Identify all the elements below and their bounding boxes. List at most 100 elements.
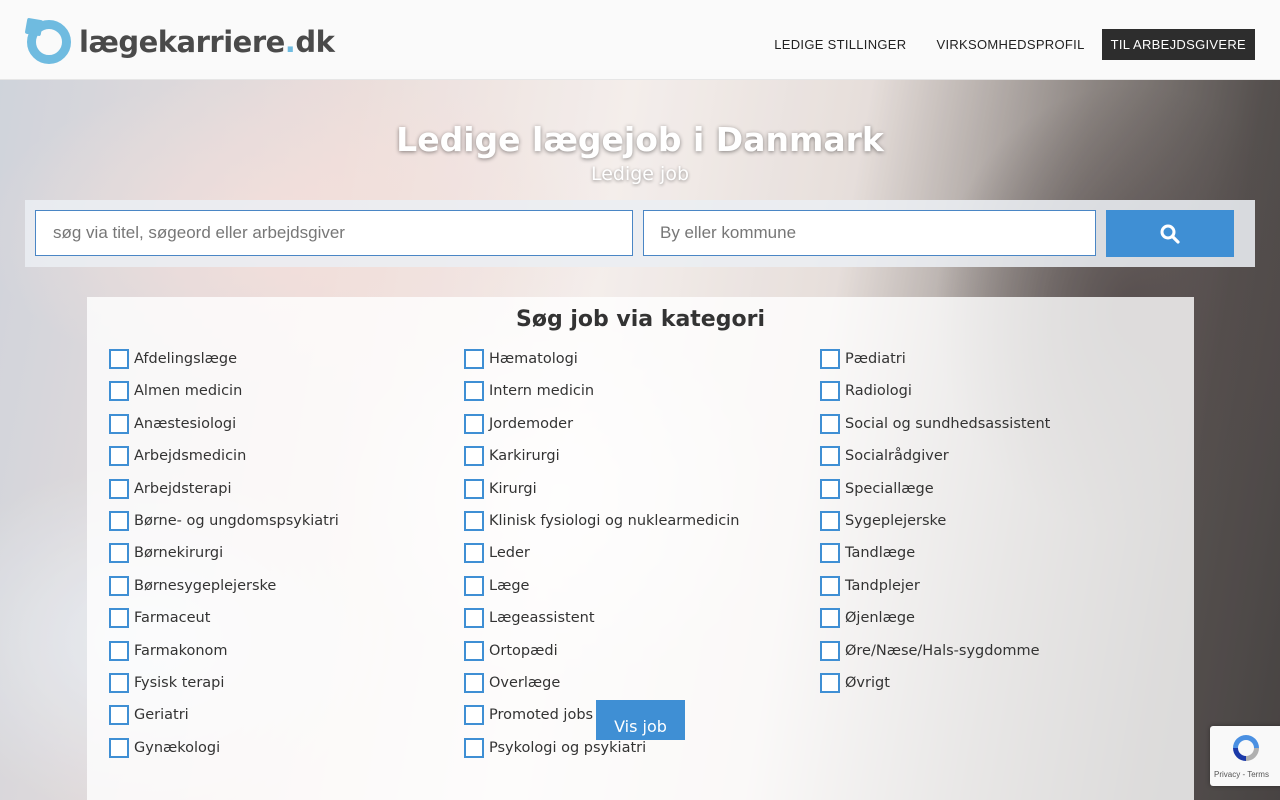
category-item[interactable]: Øjenlæge bbox=[820, 608, 1050, 640]
category-label: Øvrigt bbox=[845, 674, 890, 691]
category-item[interactable]: Psykologi og psykiatri bbox=[464, 737, 739, 770]
category-checkbox[interactable] bbox=[820, 446, 840, 467]
category-item[interactable]: Børnesygeplejerske bbox=[109, 575, 339, 608]
nav-ledige-stillinger[interactable]: LEDIGE STILLINGER bbox=[774, 37, 906, 52]
category-label: Kirurgi bbox=[489, 480, 537, 497]
category-item[interactable]: Jordemoder bbox=[464, 413, 739, 446]
recaptcha-links[interactable]: Privacy - Terms bbox=[1214, 770, 1269, 779]
category-item[interactable]: Tandplejer bbox=[820, 575, 1050, 608]
category-item[interactable]: Social og sundhedsassistent bbox=[820, 413, 1051, 446]
category-item[interactable]: Radiologi bbox=[820, 381, 1050, 413]
category-checkbox[interactable] bbox=[820, 672, 840, 693]
category-item[interactable]: Sygeplejerske bbox=[820, 510, 1050, 543]
category-checkbox[interactable] bbox=[820, 543, 840, 564]
category-item[interactable]: Pædiatri bbox=[820, 349, 1050, 381]
category-item[interactable]: Klinisk fysiologi og nuklearmedicin bbox=[464, 510, 739, 543]
category-item[interactable]: Læge bbox=[464, 575, 739, 608]
category-checkbox[interactable] bbox=[820, 640, 840, 661]
category-label: Arbejdsterapi bbox=[134, 480, 232, 497]
category-checkbox[interactable] bbox=[820, 413, 840, 434]
category-checkbox[interactable] bbox=[109, 705, 129, 726]
category-label: Arbejdsmedicin bbox=[134, 448, 247, 465]
page-title: Ledige lægejob i Danmark bbox=[396, 120, 884, 159]
category-checkbox[interactable] bbox=[109, 640, 129, 661]
category-item[interactable]: Geriatri bbox=[109, 705, 339, 737]
category-label: Social og sundhedsassistent bbox=[845, 415, 1051, 432]
category-checkbox[interactable] bbox=[464, 478, 484, 499]
category-checkbox[interactable] bbox=[109, 737, 129, 758]
category-checkbox[interactable] bbox=[109, 672, 129, 693]
category-checkbox[interactable] bbox=[109, 478, 129, 499]
category-checkbox[interactable] bbox=[109, 510, 129, 531]
search-icon bbox=[1160, 224, 1180, 244]
category-item[interactable]: Hæmatologi bbox=[464, 349, 739, 381]
category-label: Promoted jobs bbox=[489, 707, 594, 724]
category-checkbox[interactable] bbox=[464, 608, 484, 629]
category-item[interactable]: Øre/Næse/Hals-sygdomme bbox=[820, 640, 1050, 673]
category-item[interactable]: Ortopædi bbox=[464, 640, 739, 673]
category-checkbox[interactable] bbox=[820, 608, 840, 629]
category-item[interactable]: Farmaceut bbox=[109, 608, 339, 640]
category-checkbox[interactable] bbox=[464, 381, 484, 402]
category-item[interactable]: Kirurgi bbox=[464, 478, 739, 511]
category-label: Radiologi bbox=[845, 383, 912, 400]
category-item[interactable]: Lægeassistent bbox=[464, 608, 739, 640]
category-checkbox[interactable] bbox=[464, 640, 484, 661]
category-checkbox[interactable] bbox=[464, 446, 484, 467]
category-checkbox[interactable] bbox=[109, 543, 129, 564]
category-checkbox[interactable] bbox=[820, 478, 840, 499]
category-item[interactable]: Arbejdsterapi bbox=[109, 478, 339, 511]
category-item[interactable]: Leder bbox=[464, 543, 739, 575]
category-checkbox[interactable] bbox=[109, 349, 129, 369]
category-item[interactable]: Børnekirurgi bbox=[109, 543, 339, 575]
category-item[interactable]: Tandlæge bbox=[820, 543, 1050, 575]
category-label: Læge bbox=[489, 577, 530, 594]
category-item[interactable]: Anæstesiologi bbox=[109, 413, 339, 446]
category-checkbox[interactable] bbox=[464, 413, 484, 434]
category-checkbox[interactable] bbox=[464, 543, 484, 564]
category-checkbox[interactable] bbox=[820, 575, 840, 596]
location-input[interactable] bbox=[643, 210, 1096, 256]
category-label: Pædiatri bbox=[845, 351, 906, 367]
category-checkbox[interactable] bbox=[109, 446, 129, 467]
category-label: Almen medicin bbox=[134, 383, 243, 400]
category-checkbox[interactable] bbox=[109, 413, 129, 434]
nav-virksomhedsprofil[interactable]: VIRKSOMHEDSPROFIL bbox=[936, 37, 1084, 52]
category-item[interactable]: Gynækologi bbox=[109, 737, 339, 770]
site-logo[interactable]: lægekarriere.dk bbox=[27, 19, 335, 65]
recaptcha-badge[interactable]: Privacy - Terms bbox=[1210, 726, 1280, 786]
category-item[interactable]: Øvrigt bbox=[820, 672, 1050, 705]
category-checkbox[interactable] bbox=[820, 510, 840, 531]
category-item[interactable]: Karkirurgi bbox=[464, 446, 739, 478]
category-checkbox[interactable] bbox=[464, 349, 484, 369]
category-label: Hæmatologi bbox=[489, 351, 578, 367]
category-checkbox[interactable] bbox=[464, 510, 484, 531]
category-checkbox[interactable] bbox=[109, 575, 129, 596]
search-button[interactable] bbox=[1106, 210, 1234, 257]
category-item[interactable]: Arbejdsmedicin bbox=[109, 446, 339, 478]
category-item[interactable]: Fysisk terapi bbox=[109, 672, 339, 705]
category-label: Fysisk terapi bbox=[134, 674, 225, 691]
category-item[interactable]: Speciallæge bbox=[820, 478, 1050, 511]
category-item[interactable]: Socialrådgiver bbox=[820, 446, 1050, 478]
category-item[interactable]: Farmakonom bbox=[109, 640, 339, 673]
category-checkbox[interactable] bbox=[464, 737, 484, 758]
category-label: Farmakonom bbox=[134, 642, 228, 659]
category-checkbox[interactable] bbox=[820, 349, 840, 369]
category-item[interactable]: Intern medicin bbox=[464, 381, 739, 413]
category-checkbox[interactable] bbox=[464, 672, 484, 693]
category-checkbox[interactable] bbox=[109, 608, 129, 629]
category-checkbox[interactable] bbox=[464, 575, 484, 596]
category-item[interactable]: Afdelingslæge bbox=[109, 349, 339, 381]
category-item[interactable]: Børne- og ungdomspsykiatri bbox=[109, 510, 339, 543]
category-item[interactable]: Almen medicin bbox=[109, 381, 339, 413]
show-jobs-button[interactable]: Vis job bbox=[596, 700, 685, 740]
category-checkbox[interactable] bbox=[109, 381, 129, 402]
category-checkbox[interactable] bbox=[464, 705, 484, 726]
site-header: lægekarriere.dk LEDIGE STILLINGER VIRKSO… bbox=[0, 0, 1280, 80]
category-label: Øre/Næse/Hals-sygdomme bbox=[845, 642, 1040, 659]
employer-button[interactable]: TIL ARBEJDSGIVERE bbox=[1101, 29, 1255, 60]
search-input[interactable] bbox=[35, 210, 633, 256]
category-label: Overlæge bbox=[489, 674, 561, 691]
category-checkbox[interactable] bbox=[820, 381, 840, 402]
